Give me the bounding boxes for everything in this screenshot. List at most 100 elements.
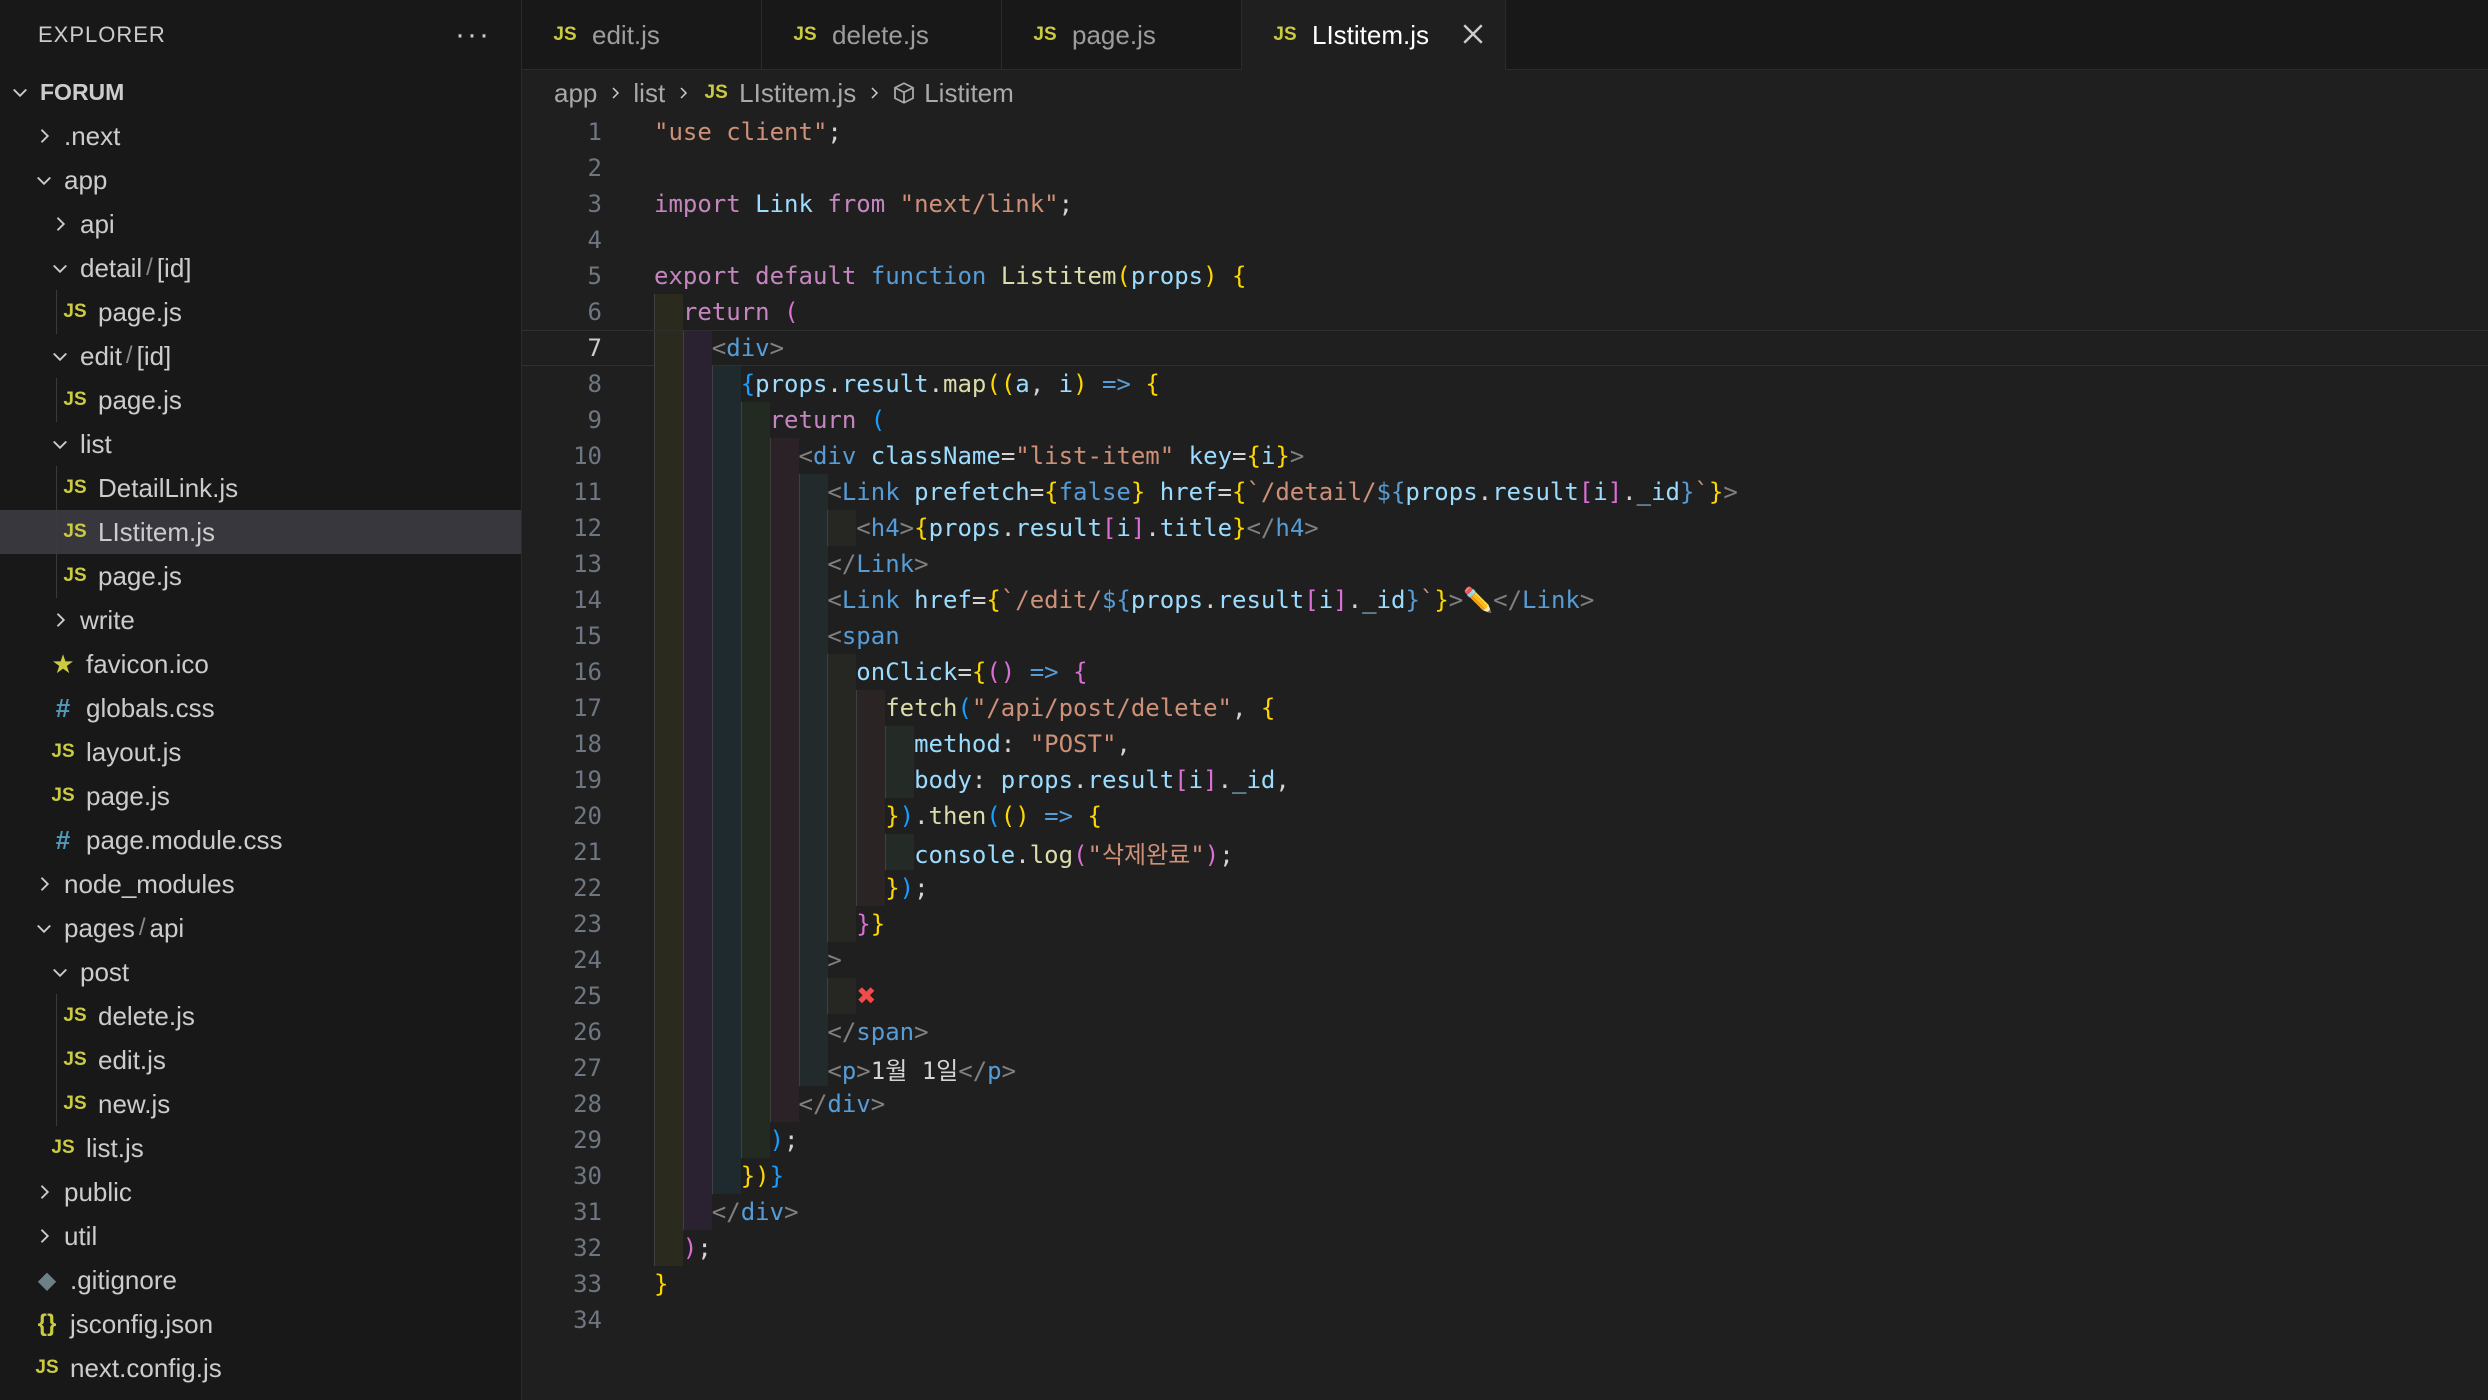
- tree-folder[interactable]: node_modules: [0, 862, 521, 906]
- js-file-icon: JS: [793, 24, 817, 45]
- tab-page-js[interactable]: JS page.js: [1002, 0, 1242, 70]
- tree-file[interactable]: JS LIstitem.js: [0, 510, 521, 554]
- code-editor[interactable]: 1 "use client"; 2 3 import Link from "next/l…: [522, 114, 2488, 1400]
- tree-file[interactable]: JS delete.js: [0, 994, 521, 1038]
- tree-folder[interactable]: post: [0, 950, 521, 994]
- tree-folder[interactable]: list: [0, 422, 521, 466]
- code-token: :: [1000, 730, 1030, 758]
- tree-file[interactable]: ★ favicon.ico: [0, 642, 521, 686]
- tree-item-label: pages: [64, 912, 135, 943]
- js-file-icon: JS: [1033, 24, 1057, 45]
- close-icon[interactable]: [1459, 20, 1487, 48]
- code-token: ): [1203, 262, 1218, 290]
- code-token: }: [1275, 442, 1290, 470]
- code-token: >: [856, 1056, 871, 1085]
- code-token: <: [856, 514, 871, 542]
- path-separator: /: [138, 914, 146, 941]
- breadcrumb-file[interactable]: LIstitem.js: [739, 78, 856, 109]
- code-token: result: [1217, 586, 1305, 614]
- code-token: span: [841, 622, 900, 650]
- code-token: Link: [841, 478, 900, 506]
- code-token: =: [957, 658, 972, 686]
- tree-folder[interactable]: api: [0, 202, 521, 246]
- code-token: function: [870, 262, 987, 290]
- tree-file[interactable]: JS page.js: [0, 774, 521, 818]
- tree-file[interactable]: JS new.js: [0, 1082, 521, 1126]
- tree-file[interactable]: JS next.config.js: [0, 1346, 521, 1390]
- code-line: 11 <Link prefetch={false} href={`/detail…: [522, 474, 2488, 510]
- tree-folder[interactable]: public: [0, 1170, 521, 1214]
- code-token: .: [1015, 840, 1030, 869]
- line-number: 15: [573, 622, 602, 650]
- code-token: <: [827, 622, 842, 650]
- tree-item-label: edit: [80, 340, 122, 371]
- line-number: 17: [573, 694, 602, 722]
- code-token: Link: [1522, 586, 1580, 614]
- chevron-right-icon: [32, 1224, 56, 1248]
- code-token: {: [1246, 442, 1261, 470]
- code-line: 29 );: [522, 1122, 2488, 1158]
- tree-file[interactable]: JS list.js: [0, 1126, 521, 1170]
- line-number: 23: [573, 910, 602, 938]
- line-number: 16: [573, 658, 602, 686]
- breadcrumb-symbol[interactable]: Listitem: [924, 78, 1014, 109]
- tree-item-label: list: [80, 428, 112, 459]
- tree-folder[interactable]: pages / api: [0, 906, 521, 950]
- tree-file[interactable]: JS DetailLink.js: [0, 466, 521, 510]
- js-file-icon: JS: [553, 24, 577, 45]
- breadcrumb-folder[interactable]: app: [554, 78, 597, 109]
- tree-file[interactable]: JS edit.js: [0, 1038, 521, 1082]
- tree-file[interactable]: ◆ .gitignore: [0, 1258, 521, 1302]
- tab-delete-js[interactable]: JS delete.js: [762, 0, 1002, 70]
- line-number: 29: [573, 1126, 602, 1154]
- tree-folder[interactable]: detail / [id]: [0, 246, 521, 290]
- code-text: })}: [654, 1162, 784, 1190]
- tree-folder[interactable]: write: [0, 598, 521, 642]
- line-number: 22: [573, 874, 602, 902]
- code-token: p: [987, 1056, 1002, 1085]
- tree-item-label: page.js: [98, 296, 182, 327]
- tree-item-label: page.js: [86, 780, 170, 811]
- tab-edit-js[interactable]: JS edit.js: [522, 0, 762, 70]
- tree-file[interactable]: JS page.js: [0, 378, 521, 422]
- code-line: 31 </div>: [522, 1194, 2488, 1230]
- tree-file[interactable]: # globals.css: [0, 686, 521, 730]
- tree-item-label: DetailLink.js: [98, 472, 239, 503]
- code-text: }}: [654, 910, 885, 938]
- tree-item-label: list.js: [86, 1132, 144, 1163]
- code-token: </: [827, 550, 857, 578]
- code-token: :: [971, 766, 1001, 794]
- code-token: =>: [1029, 658, 1059, 686]
- indent-guide: [56, 1082, 57, 1126]
- code-text: {props.result.map((a, i) => {: [654, 370, 1160, 398]
- line-number: 8: [587, 370, 602, 398]
- code-line: 34: [522, 1302, 2488, 1338]
- tree-folder[interactable]: util: [0, 1214, 521, 1258]
- tree-folder[interactable]: app: [0, 158, 521, 202]
- tree-file[interactable]: JS page.js: [0, 554, 521, 598]
- breadcrumb: app list JS LIstitem.js Listitem: [522, 70, 2488, 116]
- code-token: .: [914, 802, 929, 830]
- breadcrumb-folder[interactable]: list: [633, 78, 665, 109]
- tab-listitem-js[interactable]: JS LIstitem.js: [1242, 0, 1506, 70]
- js-file-icon: JS: [51, 741, 75, 762]
- more-actions-icon[interactable]: ···: [455, 18, 491, 52]
- tree-file[interactable]: {} jsconfig.json: [0, 1302, 521, 1346]
- tree-folder[interactable]: .next: [0, 114, 521, 158]
- tree-file[interactable]: JS layout.js: [0, 730, 521, 774]
- tree-file[interactable]: # page.module.css: [0, 818, 521, 862]
- tree-file[interactable]: JS page.js: [0, 290, 521, 334]
- tree-folder[interactable]: edit / [id]: [0, 334, 521, 378]
- tree-folder[interactable]: FORUM: [0, 70, 521, 114]
